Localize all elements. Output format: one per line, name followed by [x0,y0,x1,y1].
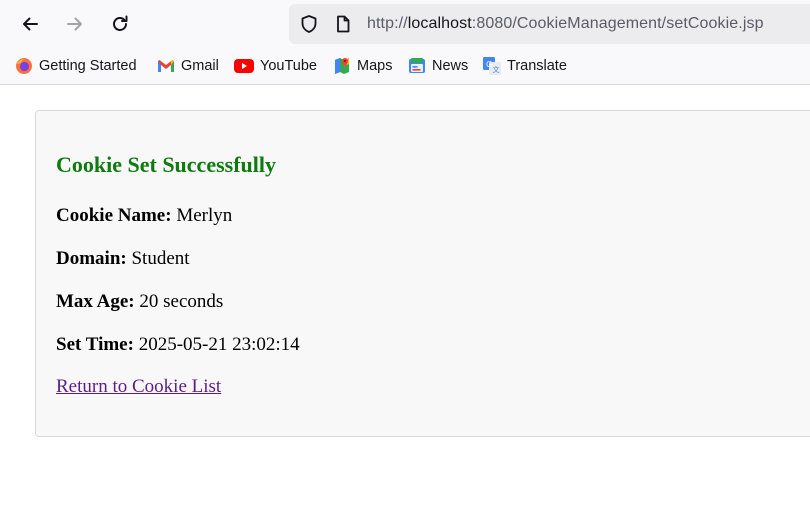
back-button[interactable] [14,8,46,40]
bookmark-label: Maps [357,58,393,74]
address-bar[interactable]: http://localhost:8080/CookieManagement/s… [289,4,810,44]
field-value: Student [131,248,190,269]
svg-text:文: 文 [493,65,500,74]
url-text[interactable]: http://localhost:8080/CookieManagement/s… [367,4,764,44]
url-path: :8080/CookieManagement/setCookie.jsp [471,15,764,32]
cookie-name-row: Cookie Name: Merlyn [56,205,232,227]
domain-row: Domain: Student [56,248,190,270]
back-arrow-icon [20,14,40,34]
bookmark-news[interactable]: News [408,48,468,84]
browser-toolbar: http://localhost:8080/CookieManagement/s… [0,0,810,48]
max-age-row: Max Age: 20 seconds [56,291,223,313]
result-card: Cookie Set Successfully Cookie Name: Mer… [35,110,810,437]
field-value: 2025-05-21 23:02:14 [138,334,300,355]
bookmark-youtube[interactable]: YouTube [234,48,317,84]
firefox-icon [15,57,33,75]
bookmark-gmail[interactable]: Gmail [157,48,219,84]
svg-text:G: G [486,60,492,69]
maps-icon [333,57,351,75]
reload-button[interactable] [104,8,136,40]
bookmark-label: YouTube [260,58,317,74]
url-host: localhost [407,15,472,32]
bookmark-getting-started[interactable]: Getting Started [15,48,137,84]
return-to-cookie-list-link[interactable]: Return to Cookie List [56,376,221,398]
field-value: Merlyn [176,205,233,226]
field-value: 20 seconds [139,291,224,312]
field-label: Cookie Name: [56,205,172,226]
reload-icon [110,14,130,34]
bookmarks-toolbar: Getting Started Gmail YouTube Maps News … [0,48,810,85]
field-label: Max Age: [56,291,135,312]
field-label: Domain: [56,248,127,269]
page-icon[interactable] [333,4,353,44]
shield-icon[interactable] [299,4,319,44]
set-time-row: Set Time: 2025-05-21 23:02:14 [56,334,300,356]
bookmark-translate[interactable]: G文 Translate [483,48,567,84]
forward-button[interactable] [59,8,91,40]
forward-arrow-icon [65,14,85,34]
url-protocol: http:// [367,15,408,32]
bookmark-maps[interactable]: Maps [333,48,392,84]
gmail-icon [157,57,175,75]
bookmark-label: Translate [507,58,567,74]
youtube-icon [234,57,254,75]
translate-icon: G文 [483,57,501,75]
bookmark-label: News [432,58,469,74]
page-heading: Cookie Set Successfully [56,152,276,177]
field-label: Set Time: [56,334,134,355]
bookmark-label: Gmail [181,58,219,74]
bookmark-label: Getting Started [39,58,137,74]
news-icon [408,57,426,75]
